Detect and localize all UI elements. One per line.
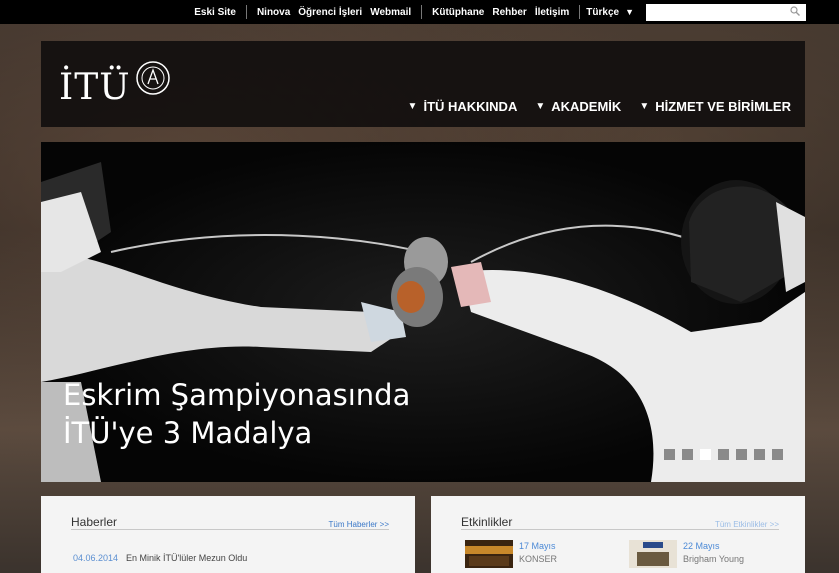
link-rehber[interactable]: Rehber (492, 7, 526, 18)
hero-headline[interactable]: Eskrim Şampiyonasında İTÜ'ye 3 Madalya (63, 376, 410, 452)
language-label: Türkçe (586, 6, 620, 18)
slide-dot[interactable] (754, 449, 765, 460)
slide-dot[interactable] (718, 449, 729, 460)
events-title: Etkinlikler (461, 515, 513, 529)
magnifier-icon[interactable] (790, 5, 800, 16)
itu-seal-icon (135, 60, 170, 95)
slide-dot[interactable] (772, 449, 783, 460)
event-info: 22 Mayıs Brigham Young (683, 540, 744, 568)
nav-itu-hakkinda[interactable]: ▼ İTÜ HAKKINDA (408, 99, 518, 114)
event-subtitle: Brigham Young (683, 554, 745, 564)
event-thumbnail (629, 540, 677, 568)
triangle-down-icon: ▼ (535, 101, 546, 112)
slide-dot-active[interactable] (700, 449, 711, 460)
logo[interactable]: İTÜ (59, 53, 171, 108)
event-item[interactable]: 22 Mayıs Brigham Young (629, 540, 744, 568)
nav-label: HİZMET VE BİRİMLER (655, 99, 791, 114)
event-item[interactable]: 17 Mayıs KONSER (465, 540, 557, 568)
site-header: İTÜ ▼ İTÜ HAKKINDA ▼ AKADEMİK ▼ HİZMET V… (41, 41, 805, 127)
event-date: 17 Mayıs (519, 541, 556, 551)
news-panel: Haberler Tüm Haberler >> 04.06.2014 En M… (41, 496, 415, 573)
headline-line-2: İTÜ'ye 3 Madalya (63, 416, 313, 450)
slide-indicators (664, 449, 783, 460)
event-info: 17 Mayıs KONSER (519, 540, 557, 568)
triangle-down-icon: ▼ (639, 101, 650, 112)
top-bar: Eski Site Ninova Öğrenci İşleri Webmail … (0, 0, 839, 24)
news-title-text: En Minik İTÜ'lüler Mezun Oldu (126, 553, 248, 563)
divider (245, 5, 247, 19)
slide-dot[interactable] (664, 449, 675, 460)
event-date: 22 Mayıs (683, 541, 720, 551)
all-news-link[interactable]: Tüm Haberler >> (329, 520, 389, 529)
slide-dot[interactable] (736, 449, 747, 460)
link-kutuphane[interactable]: Kütüphane (432, 7, 484, 18)
nav-akademik[interactable]: ▼ AKADEMİK (535, 99, 621, 114)
divider (579, 5, 581, 19)
all-events-link[interactable]: Tüm Etkinlikler >> (715, 520, 779, 529)
triangle-down-icon: ▼ (407, 101, 418, 112)
event-thumbnail (465, 540, 513, 568)
news-item[interactable]: 04.06.2014 En Minik İTÜ'lüler Mezun Oldu (73, 553, 247, 563)
link-ogrenci-isleri[interactable]: Öğrenci İşleri (298, 7, 362, 18)
slide-dot[interactable] (682, 449, 693, 460)
link-webmail[interactable]: Webmail (370, 7, 411, 18)
events-panel: Etkinlikler Tüm Etkinlikler >> 17 Mayıs … (431, 496, 805, 573)
triangle-down-icon: ▼ (625, 7, 634, 17)
nav-label: İTÜ HAKKINDA (423, 99, 518, 114)
news-header: Haberler Tüm Haberler >> (71, 514, 389, 530)
news-date: 04.06.2014 (73, 553, 119, 563)
divider (421, 5, 423, 19)
event-subtitle: KONSER (519, 554, 558, 564)
nav-label: AKADEMİK (551, 99, 622, 114)
link-iletisim[interactable]: İletişim (535, 7, 569, 18)
main-nav: ▼ İTÜ HAKKINDA ▼ AKADEMİK ▼ HİZMET VE Bİ… (408, 99, 791, 114)
search-input[interactable] (646, 3, 786, 21)
hero-slider[interactable]: Eskrim Şampiyonasında İTÜ'ye 3 Madalya (41, 142, 805, 482)
headline-line-1: Eskrim Şampiyonasında (63, 378, 411, 412)
news-title: Haberler (71, 515, 118, 529)
link-ninova[interactable]: Ninova (257, 7, 290, 18)
nav-hizmet-ve-birimler[interactable]: ▼ HİZMET VE BİRİMLER (639, 99, 791, 114)
language-selector[interactable]: Türkçe ▼ (586, 7, 634, 18)
events-header: Etkinlikler Tüm Etkinlikler >> (461, 514, 779, 530)
logo-text: İTÜ (59, 67, 131, 108)
search-box (646, 3, 806, 21)
link-eski-site[interactable]: Eski Site (194, 7, 236, 18)
